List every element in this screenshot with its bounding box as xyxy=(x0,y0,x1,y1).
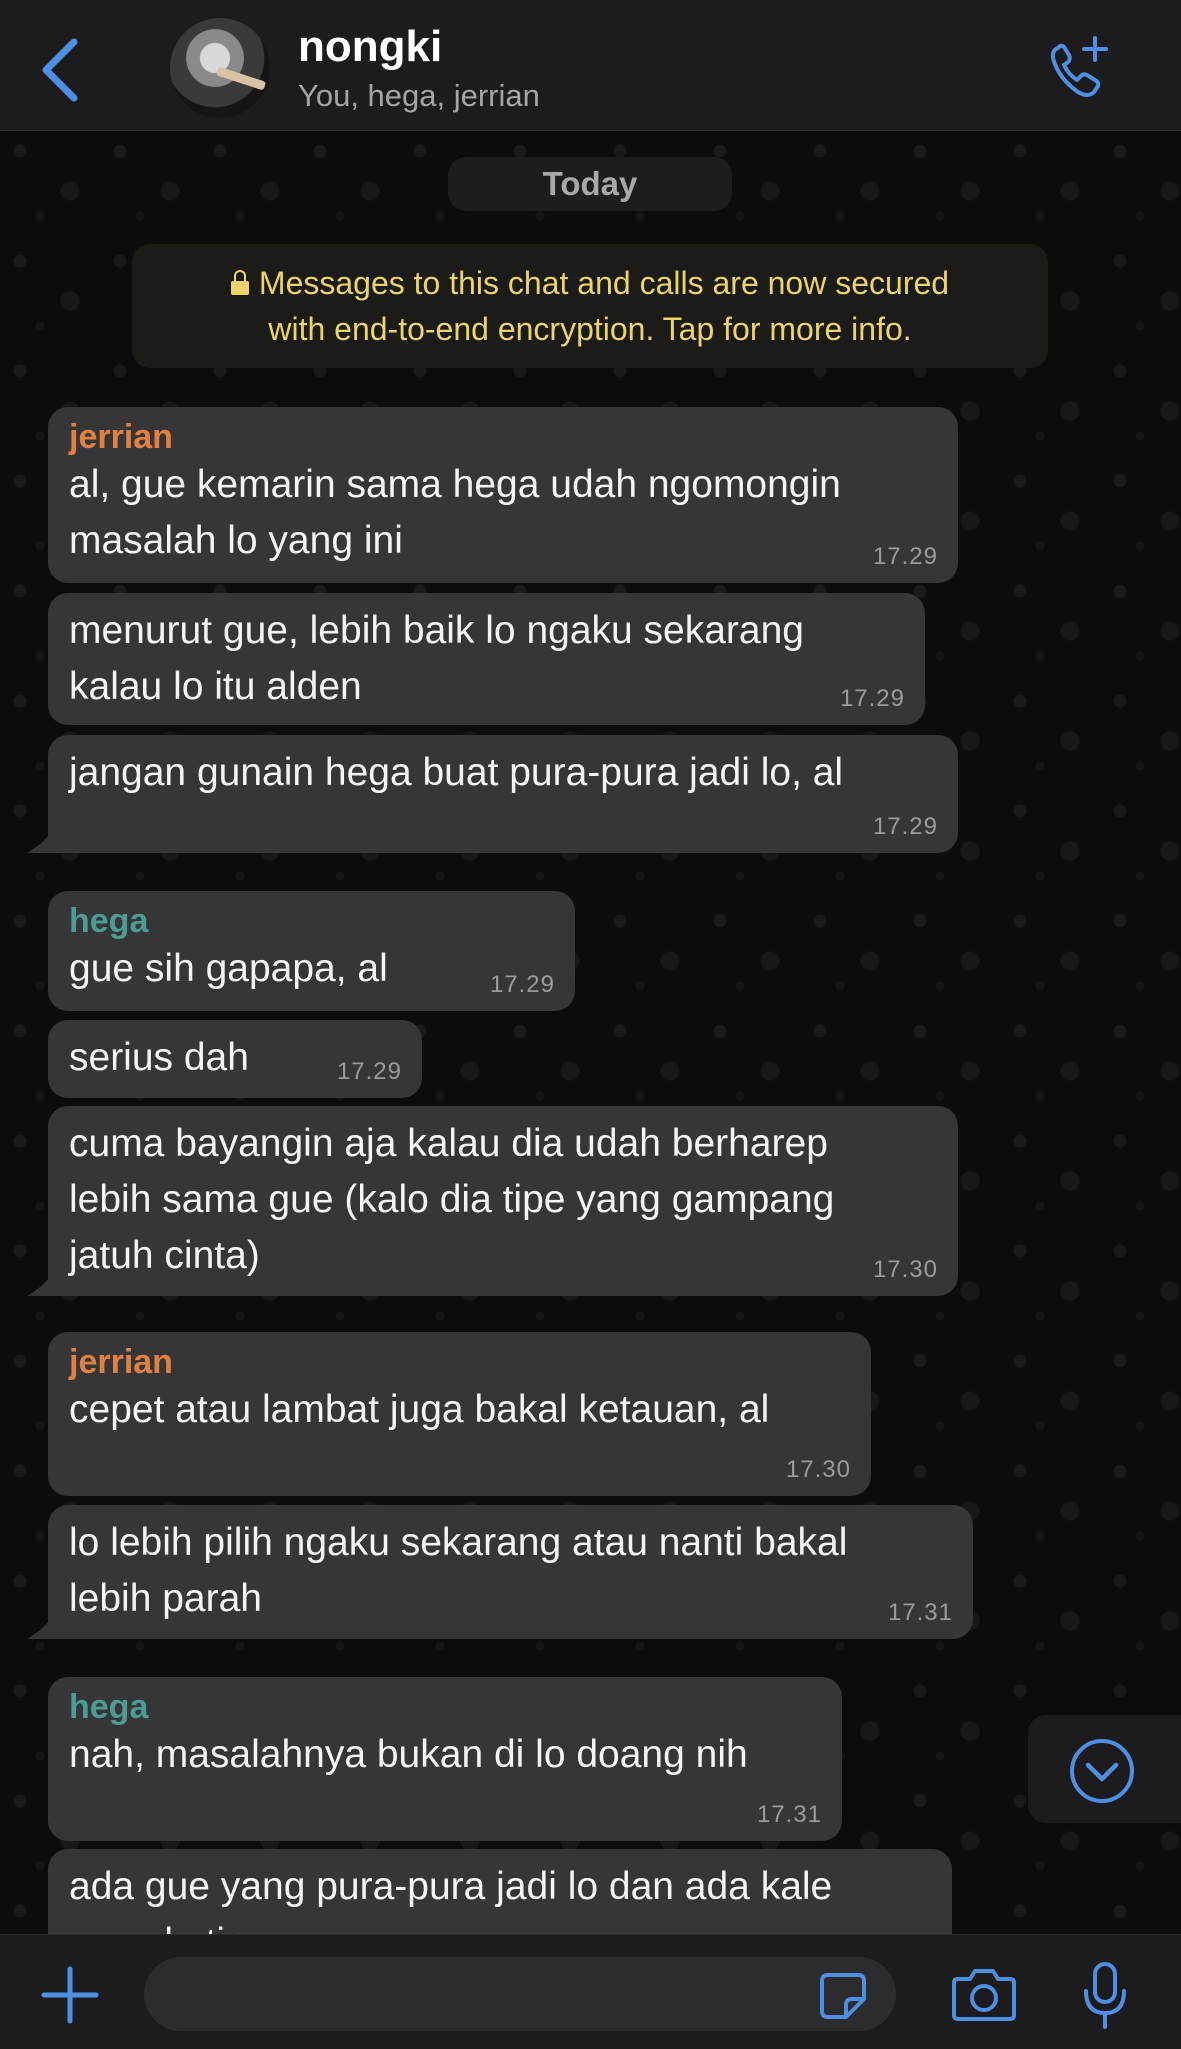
chat-members[interactable]: You, hega, jerrian xyxy=(298,78,540,114)
message-text: masalah lo yang ini xyxy=(69,519,403,562)
message-bubble[interactable]: cuma bayangin aja kalau dia udah berhare… xyxy=(27,1106,958,1296)
composer-bar xyxy=(0,1934,1181,2049)
message-text: nah, masalahnya bukan di lo doang nih xyxy=(69,1733,748,1776)
message-time: 17.29 xyxy=(489,971,555,998)
message-time: 17.31 xyxy=(756,1801,822,1828)
plus-icon[interactable] xyxy=(40,1965,100,2025)
encryption-text-line2: with end-to-end encryption. Tap for more… xyxy=(268,311,912,347)
message-list[interactable]: Today Messages to this chat and calls ar… xyxy=(0,131,1181,1934)
chevron-down-circle-icon xyxy=(1070,1739,1134,1803)
message-sender: hega xyxy=(69,902,149,940)
message-bubble[interactable]: lo lebih pilih ngaku sekarang atau nanti… xyxy=(27,1505,973,1639)
message-time: 17.29 xyxy=(839,685,905,712)
message-text: cepet atau lambat juga bakal ketauan, al xyxy=(69,1388,770,1431)
message-bubble[interactable]: hega gue sih gapapa, al 17.29 xyxy=(48,891,575,1011)
message-text: yang lo tipu xyxy=(69,1915,932,1934)
message-text: jangan gunain hega buat pura-pura jadi l… xyxy=(69,751,844,794)
chat-title[interactable]: nongki xyxy=(298,22,442,72)
message-text: cuma bayangin aja kalau dia udah berhare… xyxy=(69,1122,828,1165)
message-text: lo lebih pilih ngaku sekarang atau nanti… xyxy=(69,1521,848,1564)
message-bubble[interactable]: jerrian al, gue kemarin sama hega udah n… xyxy=(48,407,958,583)
message-text: lebih sama gue (kalo dia tipe yang gampa… xyxy=(69,1178,835,1221)
lock-icon xyxy=(230,270,249,295)
message-time: 17.30 xyxy=(785,1456,851,1483)
message-bubble[interactable]: jangan gunain hega buat pura-pura jadi l… xyxy=(27,735,958,853)
message-text: jatuh cinta) xyxy=(69,1234,260,1277)
encryption-text-line1: Messages to this chat and calls are now … xyxy=(258,265,950,301)
date-separator: Today xyxy=(448,157,732,211)
message-bubble[interactable]: ada gue yang pura-pura jadi lo dan ada k… xyxy=(48,1849,952,1934)
message-time: 17.30 xyxy=(872,1256,938,1283)
message-time: 17.29 xyxy=(872,543,938,570)
message-text: gue sih gapapa, al xyxy=(69,947,388,990)
message-text: ada gue yang pura-pura jadi lo dan ada k… xyxy=(69,1865,833,1908)
sticker-icon[interactable] xyxy=(818,1971,868,2021)
message-time: 17.31 xyxy=(887,1599,953,1626)
group-avatar[interactable] xyxy=(170,18,270,118)
back-chevron-icon[interactable] xyxy=(30,30,90,110)
message-bubble[interactable]: serius dah 17.29 xyxy=(48,1020,422,1098)
message-time: 17.29 xyxy=(336,1058,402,1085)
scroll-to-bottom-button[interactable] xyxy=(1028,1715,1181,1823)
message-time: 17.29 xyxy=(872,813,938,840)
message-bubble[interactable]: menurut gue, lebih baik lo ngaku sekaran… xyxy=(48,593,925,725)
encryption-notice[interactable]: Messages to this chat and calls are now … xyxy=(132,244,1048,368)
microphone-icon[interactable] xyxy=(1082,1961,1128,2031)
message-sender: jerrian xyxy=(69,1343,173,1381)
message-bubble[interactable]: hega nah, masalahnya bukan di lo doang n… xyxy=(48,1677,842,1841)
chat-header: nongki You, hega, jerrian xyxy=(0,0,1181,131)
message-bubble[interactable]: jerrian cepet atau lambat juga bakal ket… xyxy=(48,1332,871,1496)
message-text: lebih parah xyxy=(69,1577,262,1620)
message-text: kalau lo itu alden xyxy=(69,665,362,708)
message-sender: hega xyxy=(69,1688,149,1726)
message-sender: jerrian xyxy=(69,418,173,456)
phone-plus-icon[interactable] xyxy=(1044,34,1114,104)
camera-icon[interactable] xyxy=(950,1965,1018,2025)
message-text: al, gue kemarin sama hega udah ngomongin xyxy=(69,463,841,506)
message-text: menurut gue, lebih baik lo ngaku sekaran… xyxy=(69,609,804,652)
message-input[interactable] xyxy=(144,1957,896,2031)
